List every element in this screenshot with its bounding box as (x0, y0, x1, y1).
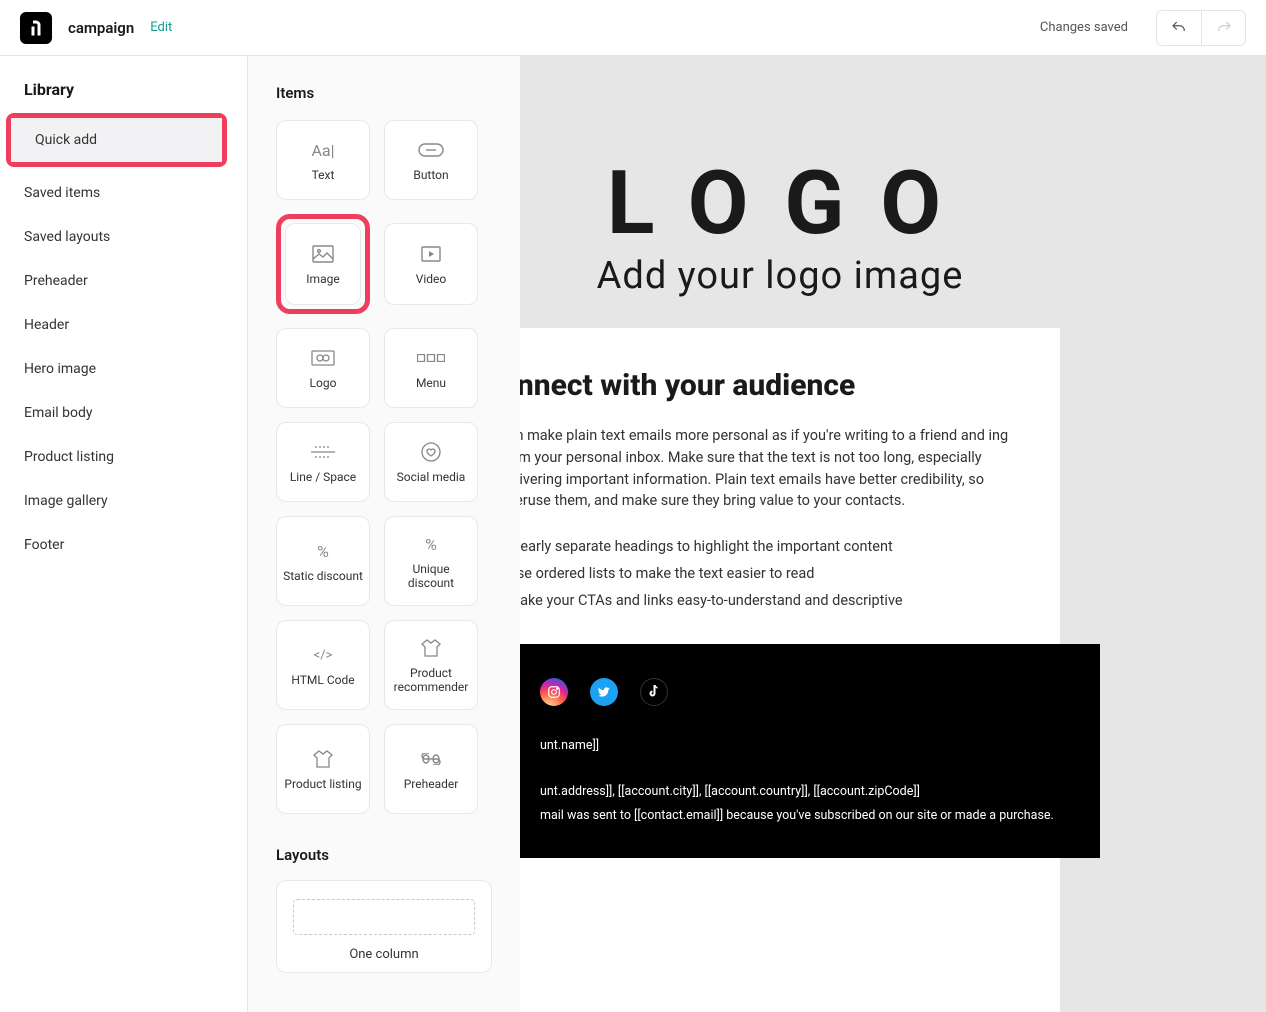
redo-button[interactable] (1201, 11, 1245, 45)
tile-line-space[interactable]: Line / Space (276, 422, 370, 502)
undo-redo-group (1156, 10, 1246, 46)
sidebar-item-product-listing[interactable]: Product listing (0, 435, 247, 479)
percent-icon: % (425, 532, 437, 556)
tile-button[interactable]: Button (384, 120, 478, 200)
email-logo-block[interactable]: LOGO Add your logo image (520, 122, 1060, 328)
tile-unique-discount-label: Unique discount (389, 562, 473, 590)
tiktok-icon[interactable] (640, 678, 668, 706)
email-preview[interactable]: LOGO Add your logo image onnect with you… (520, 122, 1060, 1012)
main-layout: Library Quick add Saved items Saved layo… (0, 56, 1266, 1012)
sidebar-item-preheader[interactable]: Preheader (0, 259, 247, 303)
email-list-item-3: . Make your CTAs and links easy-to-under… (520, 588, 1020, 615)
shirt-icon (421, 636, 441, 660)
sidebar-item-image-gallery[interactable]: Image gallery (0, 479, 247, 523)
tile-unique-discount[interactable]: % Unique discount (384, 516, 478, 606)
tile-button-label: Button (413, 168, 448, 182)
page-title: campaign (68, 19, 134, 37)
layout-one-column[interactable]: One column (276, 880, 492, 973)
footer-sent-to: mail was sent to [[contact.email]] becau… (540, 804, 1060, 828)
layout-placeholder (293, 899, 475, 935)
menu-icon (417, 346, 445, 370)
tile-social-media-label: Social media (397, 470, 466, 484)
text-icon: Aa| (311, 138, 334, 162)
email-paragraph: can make plain text emails more personal… (520, 425, 1020, 512)
code-icon: </> (314, 643, 333, 667)
library-sidebar: Library Quick add Saved items Saved layo… (0, 56, 248, 1012)
tile-text[interactable]: Aa| Text (276, 120, 370, 200)
footer-account-name: unt.name]] (540, 734, 1060, 758)
library-title: Library (0, 80, 247, 109)
items-panel-title: Items (276, 84, 492, 102)
layouts-title: Layouts (276, 846, 492, 864)
sidebar-item-quick-add[interactable]: Quick add (11, 118, 222, 162)
sidebar-item-hero-image[interactable]: Hero image (0, 347, 247, 391)
email-canvas[interactable]: LOGO Add your logo image onnect with you… (520, 56, 1266, 1012)
tile-product-listing[interactable]: Product listing (276, 724, 370, 814)
sidebar-item-saved-layouts[interactable]: Saved layouts (0, 215, 247, 259)
email-footer[interactable]: unt.name]] unt.address]], [[account.city… (520, 644, 1100, 857)
tile-text-label: Text (312, 168, 335, 182)
tile-line-space-label: Line / Space (290, 470, 356, 484)
sidebar-item-footer[interactable]: Footer (0, 523, 247, 567)
tile-static-discount-label: Static discount (283, 569, 363, 583)
edit-title-link[interactable]: Edit (150, 20, 172, 35)
email-logo-sub: Add your logo image (520, 254, 1050, 298)
tile-menu-label: Menu (416, 376, 446, 390)
layout-one-column-label: One column (293, 947, 475, 962)
tile-html-code-label: HTML Code (291, 673, 354, 687)
email-body[interactable]: onnect with your audience can make plain… (520, 328, 1060, 644)
undo-button[interactable] (1157, 11, 1201, 45)
app-logo-icon[interactable] (20, 12, 52, 44)
logo-icon (311, 346, 335, 370)
save-status: Changes saved (1040, 20, 1128, 35)
footer-address: unt.address]], [[account.city]], [[accou… (540, 780, 1060, 804)
sidebar-item-email-body[interactable]: Email body (0, 391, 247, 435)
tile-logo-label: Logo (310, 376, 337, 390)
tile-social-media[interactable]: Social media (384, 422, 478, 502)
sidebar-item-saved-items[interactable]: Saved items (0, 171, 247, 215)
email-heading: onnect with your audience (520, 368, 1020, 403)
image-icon (312, 242, 334, 266)
link-icon (421, 747, 441, 771)
instagram-icon[interactable] (540, 678, 568, 706)
heart-icon (421, 440, 441, 464)
tile-video-label: Video (416, 272, 447, 286)
email-list: . Clearly separate headings to highlight… (520, 534, 1020, 614)
sidebar-item-header[interactable]: Header (0, 303, 247, 347)
button-icon (418, 138, 444, 162)
social-row (540, 678, 1060, 706)
line-space-icon (311, 440, 335, 464)
email-logo-text: LOGO (607, 160, 977, 248)
tile-logo[interactable]: Logo (276, 328, 370, 408)
tile-video[interactable]: Video (384, 223, 478, 305)
tile-preheader-label: Preheader (404, 777, 459, 791)
items-panel: Items Aa| Text Button Image Video (248, 56, 520, 1012)
twitter-icon[interactable] (590, 678, 618, 706)
tile-html-code[interactable]: </> HTML Code (276, 620, 370, 710)
shirt-icon (313, 747, 333, 771)
video-icon (421, 242, 441, 266)
tile-product-listing-label: Product listing (284, 777, 361, 791)
tile-menu[interactable]: Menu (384, 328, 478, 408)
topbar: campaign Edit Changes saved (0, 0, 1266, 56)
tile-product-recommender-label: Product recommender (389, 666, 473, 694)
email-list-item-2: . Use ordered lists to make the text eas… (520, 561, 1020, 588)
tile-preheader[interactable]: Preheader (384, 724, 478, 814)
percent-icon: % (317, 539, 329, 563)
tile-image-label: Image (306, 272, 339, 286)
tile-static-discount[interactable]: % Static discount (276, 516, 370, 606)
tile-image[interactable]: Image (285, 223, 361, 305)
tile-product-recommender[interactable]: Product recommender (384, 620, 478, 710)
email-list-item-1: . Clearly separate headings to highlight… (520, 534, 1020, 561)
